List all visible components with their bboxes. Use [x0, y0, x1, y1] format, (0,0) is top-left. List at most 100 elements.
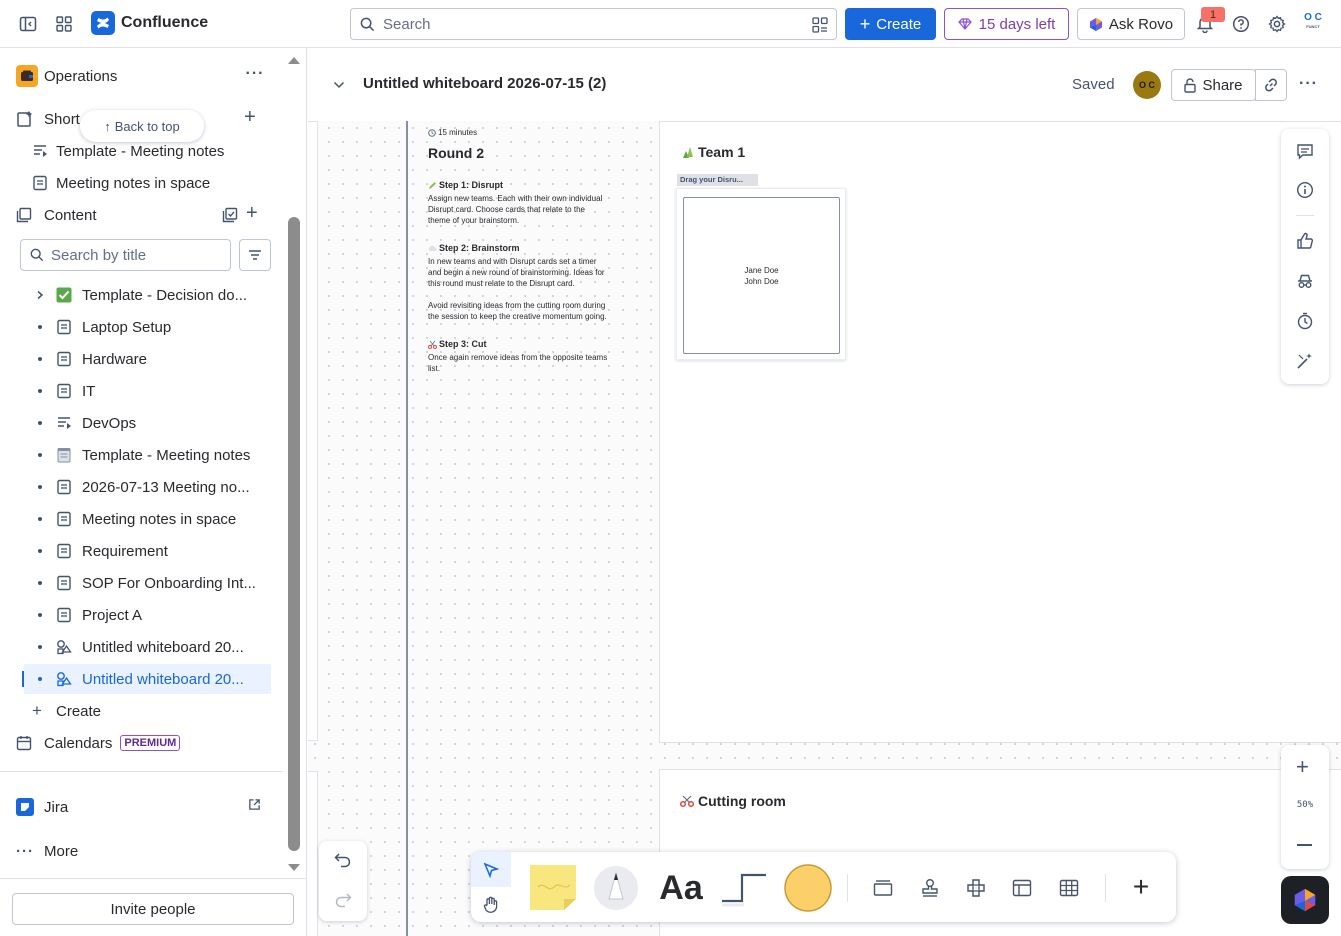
create-label: Create: [56, 702, 102, 720]
create-button[interactable]: + Create: [845, 8, 936, 40]
invite-people-button[interactable]: Invite people: [12, 893, 294, 925]
create-item[interactable]: + Create: [32, 697, 101, 725]
tree-item[interactable]: Requirement: [24, 536, 271, 566]
info-icon[interactable]: [1296, 181, 1314, 199]
tree-item[interactable]: Template - Decision do...: [24, 280, 271, 310]
search-filter-icon[interactable]: [812, 17, 828, 33]
tree-item[interactable]: Untitled whiteboard 20...: [24, 632, 271, 662]
tree-item[interactable]: Laptop Setup: [24, 312, 271, 342]
search-by-title-input[interactable]: Search by title: [20, 239, 231, 271]
space-header[interactable]: Operations: [16, 64, 271, 88]
whiteboard-toolbar: Aa +: [471, 852, 1176, 922]
chevron-right-icon[interactable]: [24, 290, 56, 300]
scissors-emoji-icon: [680, 795, 694, 807]
member-name: Jane Doe: [744, 265, 779, 275]
divider: [0, 878, 306, 879]
tree-item[interactable]: Project A: [24, 600, 271, 630]
add-more-icon[interactable]: +: [1129, 873, 1153, 901]
team-members-card[interactable]: Jane Doe John Doe: [683, 197, 840, 354]
share-button[interactable]: Share: [1171, 69, 1256, 101]
whiteboard-title[interactable]: Untitled whiteboard 2026-07-15 (2): [363, 75, 606, 92]
connector-tool-icon[interactable]: [720, 869, 770, 907]
stamp-tool-icon[interactable]: [918, 877, 942, 899]
sidebar-toggle-icon[interactable]: [14, 10, 42, 38]
shortcut-item[interactable]: Meeting notes in space: [32, 169, 210, 197]
sticky-note-icon[interactable]: [530, 865, 578, 911]
drag-card-container[interactable]: Jane Doe John Doe: [676, 188, 846, 360]
shortcut-label: Meeting notes in space: [56, 174, 211, 192]
timer-icon[interactable]: [1296, 312, 1314, 330]
comment-icon[interactable]: [1296, 142, 1314, 160]
shortcuts-section[interactable]: Short: [16, 105, 80, 133]
divider: [847, 874, 848, 902]
tree-item[interactable]: Template - Meeting notes: [24, 440, 271, 470]
tree-item[interactable]: DevOps: [24, 408, 271, 438]
profile-avatar[interactable]: O C FUNCT: [1300, 12, 1326, 38]
scroll-up-arrow-icon[interactable]: [287, 54, 301, 66]
shape-tool-icon[interactable]: [783, 863, 833, 913]
space-icon: [16, 65, 38, 87]
space-more-icon[interactable]: ···: [244, 65, 266, 85]
tree-item-label: Meeting notes in space: [82, 510, 237, 528]
scroll-down-arrow-icon[interactable]: [287, 862, 301, 874]
shortcut-item[interactable]: Template - Meeting notes: [32, 137, 224, 165]
incognito-icon[interactable]: [1296, 272, 1314, 290]
whiteboard-icon: [56, 671, 80, 687]
drag-card-label[interactable]: Drag your Disru...: [677, 174, 758, 186]
round-instructions[interactable]: 15 minutes Round 2 Step 1: Disrupt Assig…: [428, 127, 608, 374]
content-section[interactable]: Content: [16, 201, 97, 229]
copy-link-button[interactable]: [1255, 69, 1287, 101]
text-tool-icon[interactable]: Aa: [657, 867, 705, 909]
frame-tool-icon[interactable]: [871, 877, 895, 899]
content-checkbox-icon[interactable]: [222, 207, 238, 223]
bullet-icon: [24, 581, 56, 585]
sidebar-scrollbar[interactable]: [288, 217, 300, 851]
add-content-icon[interactable]: +: [246, 202, 258, 224]
jira-item[interactable]: Jira: [16, 793, 68, 821]
redo-icon[interactable]: [334, 892, 352, 908]
search-input[interactable]: Search: [350, 8, 837, 40]
tree-item[interactable]: SOP For Onboarding Int...: [24, 568, 271, 598]
external-link-icon[interactable]: [248, 798, 261, 811]
apps-tool-icon[interactable]: [964, 877, 988, 899]
more-item[interactable]: ··· More: [16, 837, 78, 865]
tree-item[interactable]: 2026-07-13 Meeting no...: [24, 472, 271, 502]
like-icon[interactable]: [1296, 232, 1314, 250]
trial-button[interactable]: 15 days left: [944, 8, 1069, 40]
bullet-icon: [24, 549, 56, 553]
step-1-heading: Step 1: Disrupt: [428, 180, 608, 190]
zoom-level[interactable]: 50%: [1281, 800, 1329, 810]
confluence-logo[interactable]: Confluence: [91, 11, 208, 35]
tree-item[interactable]: IT: [24, 376, 271, 406]
collaborator-avatar[interactable]: O C: [1133, 71, 1161, 99]
tree-item[interactable]: Meeting notes in space: [24, 504, 271, 534]
zoom-in-icon[interactable]: +: [1296, 756, 1309, 778]
hand-pan-icon[interactable]: [471, 887, 511, 922]
tree-item-active[interactable]: Untitled whiteboard 20...: [24, 664, 271, 694]
ask-rovo-button[interactable]: Ask Rovo: [1077, 8, 1185, 40]
select-cursor-icon[interactable]: [471, 852, 511, 887]
more-options-icon[interactable]: ···: [1299, 75, 1318, 93]
create-label: Create: [876, 15, 922, 33]
checkbox-emoji-icon: [56, 287, 80, 303]
calendars-item[interactable]: Calendars PREMIUM: [16, 729, 181, 757]
undo-icon[interactable]: [334, 852, 352, 868]
settings-gear-icon[interactable]: [1263, 10, 1291, 38]
whiteboard-canvas[interactable]: 15 minutes Round 2 Step 1: Disrupt Assig…: [308, 121, 1341, 936]
pencil-emoji-icon: [428, 181, 437, 190]
tree-item-label: Laptop Setup: [82, 318, 172, 336]
magic-wand-icon[interactable]: [1296, 352, 1314, 370]
app-switcher-icon[interactable]: [50, 10, 78, 38]
ask-rovo-label: Ask Rovo: [1108, 15, 1174, 33]
zoom-out-icon[interactable]: [1297, 844, 1312, 846]
page-icon: [56, 351, 80, 367]
rovo-chat-button[interactable]: [1281, 876, 1329, 924]
tree-item[interactable]: Hardware: [24, 344, 271, 374]
pen-tool-icon[interactable]: [593, 865, 639, 911]
collapse-chevron-icon[interactable]: [332, 78, 346, 92]
add-shortcut-icon[interactable]: +: [244, 106, 256, 128]
filter-button[interactable]: [239, 239, 271, 271]
table-tool-icon[interactable]: [1057, 877, 1081, 899]
template-tool-icon[interactable]: [1010, 877, 1034, 899]
help-icon[interactable]: [1227, 10, 1255, 38]
